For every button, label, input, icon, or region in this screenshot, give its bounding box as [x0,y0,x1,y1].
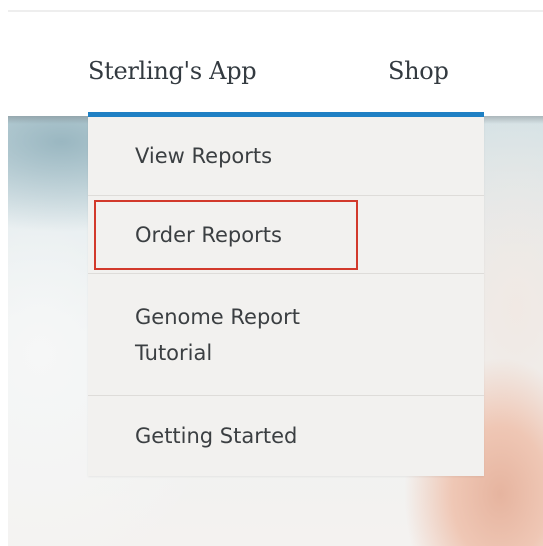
menu-item-view-reports[interactable]: View Reports [88,117,484,196]
app-window: Sterling's App Shop View Reports Order R… [0,0,543,546]
nav-item-sterlings-app[interactable]: Sterling's App [88,57,257,85]
menu-item-label: Getting Started [135,424,298,448]
menu-item-label: Order Reports [135,222,282,247]
menu-item-order-reports[interactable]: Order Reports [88,196,484,274]
menu-item-genome-report-tutorial[interactable]: Genome Report Tutorial [88,274,484,396]
menu-item-label: Genome Report Tutorial [135,304,301,365]
top-navbar: Sterling's App Shop [8,12,543,116]
menu-item-getting-started[interactable]: Getting Started [88,396,484,476]
nav-item-shop[interactable]: Shop [388,57,449,85]
menu-item-label: View Reports [135,144,273,168]
apps-dropdown-menu: View Reports Order Reports Genome Report… [88,117,484,476]
